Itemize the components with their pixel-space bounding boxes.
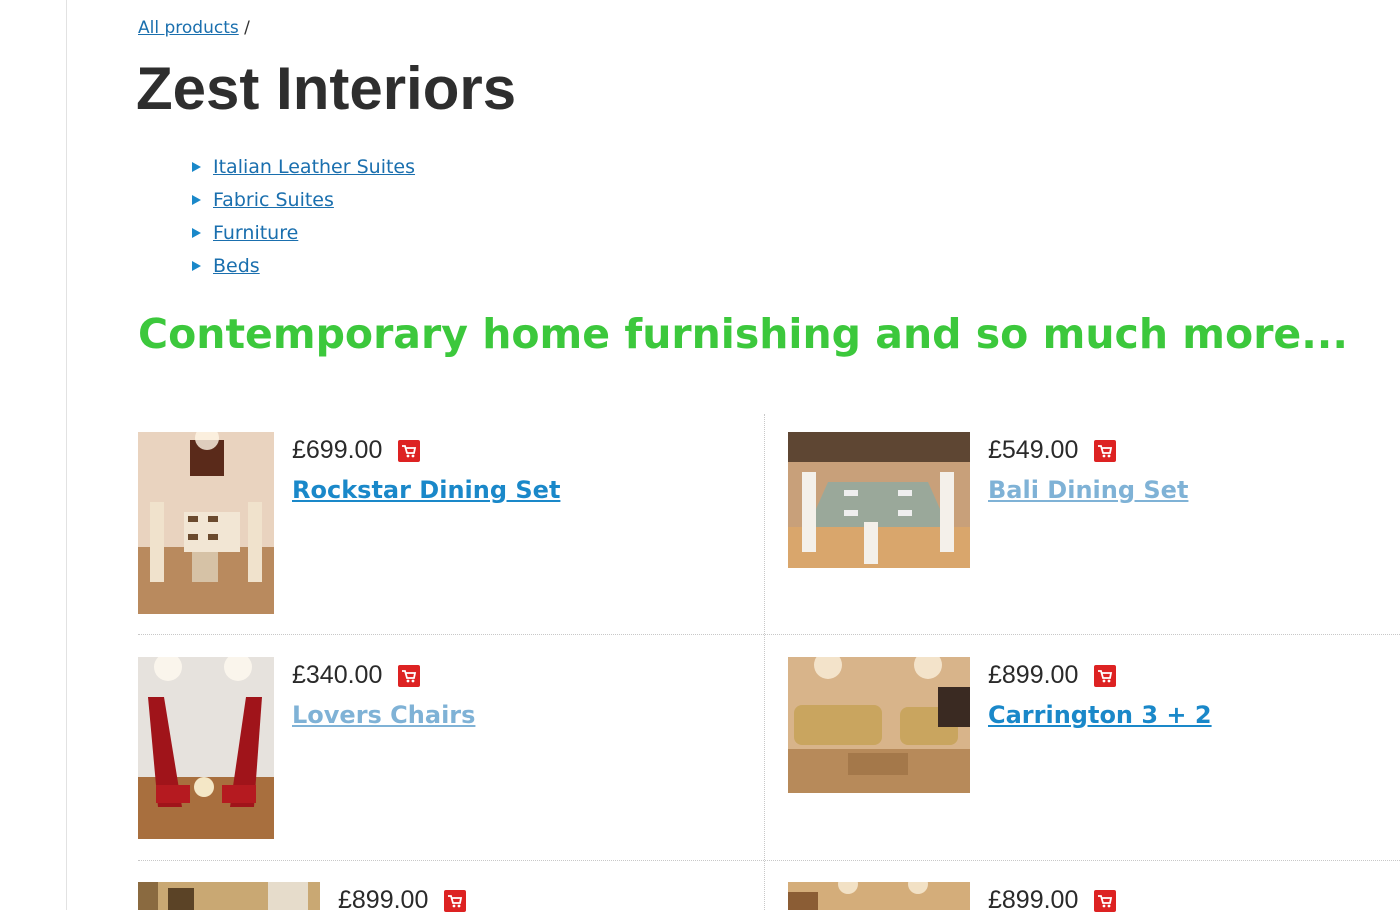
- product-image-dining-table[interactable]: [788, 432, 970, 568]
- price-row: £899.00: [988, 886, 1117, 915]
- category-item: Fabric Suites: [192, 183, 415, 216]
- product-price: £340.00: [292, 661, 383, 689]
- tagline-heading: Contemporary home furnishing and so much…: [138, 310, 1348, 358]
- price-row: £549.00: [988, 436, 1117, 465]
- bullet-arrow-icon: [192, 227, 201, 238]
- price-row: £899.00: [338, 886, 467, 915]
- add-to-cart-icon[interactable]: [398, 439, 421, 462]
- product-price: £899.00: [988, 886, 1079, 914]
- bullet-arrow-icon: [192, 260, 201, 271]
- product-image-red-chairs[interactable]: [138, 657, 274, 839]
- add-to-cart-icon[interactable]: [1094, 664, 1117, 687]
- category-link-fabric-suites[interactable]: Fabric Suites: [213, 189, 334, 211]
- row-divider: [138, 860, 1400, 861]
- add-to-cart-icon[interactable]: [398, 664, 421, 687]
- product-image-dining-room[interactable]: [138, 432, 274, 614]
- product-image-living-room[interactable]: [138, 882, 320, 910]
- category-list: Italian Leather Suites Fabric Suites Fur…: [192, 150, 415, 282]
- product-price: £899.00: [988, 661, 1079, 689]
- bullet-arrow-icon: [192, 194, 201, 205]
- product-image-sofa-set[interactable]: [788, 657, 970, 793]
- product-name-link[interactable]: Rockstar Dining Set: [292, 476, 560, 504]
- product-price: £549.00: [988, 436, 1079, 464]
- category-item: Beds: [192, 249, 415, 282]
- bullet-arrow-icon: [192, 161, 201, 172]
- price-row: £340.00: [292, 661, 421, 690]
- price-row: £899.00: [988, 661, 1117, 690]
- price-row: £699.00: [292, 436, 421, 465]
- main-content: All products / Zest Interiors Italian Le…: [136, 0, 1400, 914]
- category-item: Furniture: [192, 216, 415, 249]
- breadcrumb-all-products-link[interactable]: All products: [138, 18, 239, 38]
- product-name-link[interactable]: Bali Dining Set: [988, 476, 1188, 504]
- product-price: £899.00: [338, 886, 429, 914]
- product-image-lounge[interactable]: [788, 882, 970, 910]
- category-link-furniture[interactable]: Furniture: [213, 222, 298, 244]
- add-to-cart-icon[interactable]: [1094, 889, 1117, 912]
- left-border: [66, 0, 67, 910]
- category-link-beds[interactable]: Beds: [213, 255, 260, 277]
- product-price: £699.00: [292, 436, 383, 464]
- product-name-link[interactable]: Carrington 3 + 2: [988, 701, 1212, 729]
- add-to-cart-icon[interactable]: [1094, 439, 1117, 462]
- breadcrumb: All products /: [138, 18, 250, 38]
- column-divider: [764, 414, 765, 910]
- product-name-link[interactable]: Lovers Chairs: [292, 701, 475, 729]
- category-item: Italian Leather Suites: [192, 150, 415, 183]
- category-link-italian-leather-suites[interactable]: Italian Leather Suites: [213, 156, 415, 178]
- breadcrumb-separator: /: [244, 18, 250, 38]
- row-divider: [138, 634, 1400, 635]
- page-title: Zest Interiors: [136, 55, 517, 122]
- add-to-cart-icon[interactable]: [444, 889, 467, 912]
